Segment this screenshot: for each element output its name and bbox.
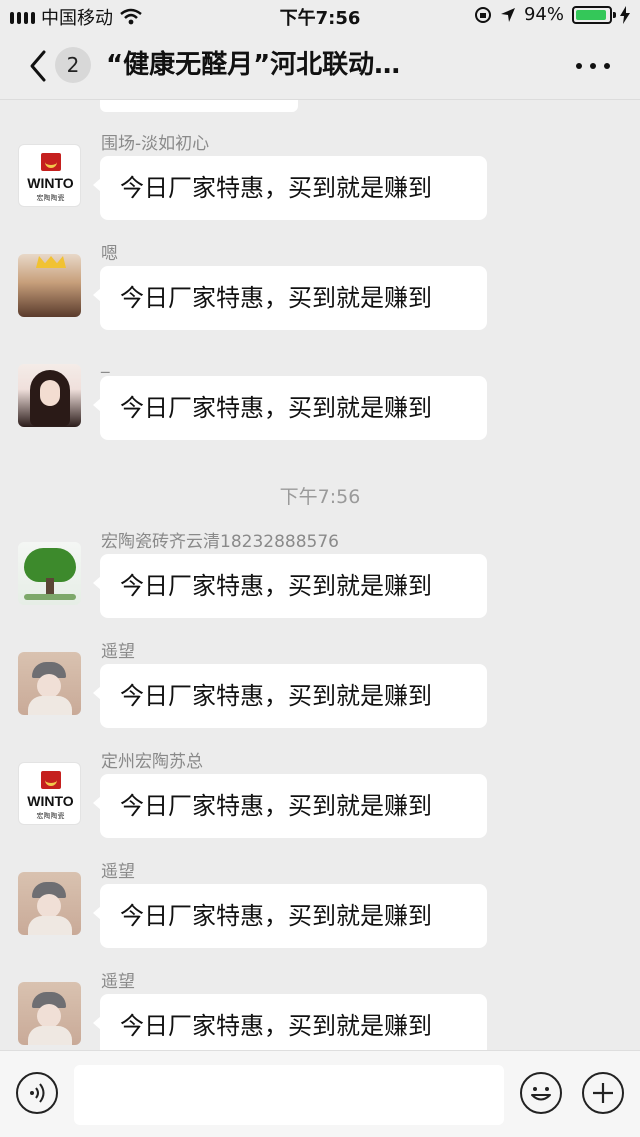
unread-badge[interactable]: 2 (55, 47, 91, 83)
plus-icon[interactable] (582, 1072, 624, 1114)
message-bubble[interactable]: 今日厂家特惠，买到就是赚到 (93, 664, 487, 728)
message-item: 遥望 今日厂家特惠，买到就是赚到 (0, 640, 640, 740)
chat-header: 2 “健康无醛月”河北联动… (0, 32, 640, 100)
winto-logo-mark (41, 771, 61, 789)
message-bubble[interactable]: 今日厂家特惠，买到就是赚到 (93, 266, 487, 330)
message-input[interactable] (74, 1065, 504, 1125)
avatar-photo[interactable] (18, 364, 81, 427)
winto-logo-mark (41, 153, 61, 171)
avatar-photo[interactable] (18, 872, 81, 935)
message-item: WINTO 宏陶陶瓷 定州宏陶苏总 今日厂家特惠，买到就是赚到 (0, 750, 640, 850)
message-bubble[interactable]: 今日厂家特惠，买到就是赚到 (93, 554, 487, 618)
back-chevron-icon[interactable] (24, 48, 56, 84)
chat-area[interactable]: WINTO 宏陶陶瓷 围场-淡如初心 今日厂家特惠，买到就是赚到 嗯 今日厂家特… (0, 100, 640, 1050)
winto-logo-text: WINTO (27, 175, 74, 191)
more-icon[interactable] (576, 56, 610, 76)
message-bubble[interactable]: 今日厂家特惠，买到就是赚到 (93, 774, 487, 838)
charging-icon (620, 5, 630, 24)
avatar-winto-logo[interactable]: WINTO 宏陶陶瓷 (18, 144, 81, 207)
chat-title: “健康无醛月”河北联动… (106, 50, 401, 80)
message-item: 嗯 今日厂家特惠，买到就是赚到 (0, 242, 640, 342)
avatar-photo[interactable] (18, 652, 81, 715)
location-icon (500, 7, 515, 22)
message-item: 宏陶瓷砖齐云清18232888576 今日厂家特惠，买到就是赚到 (0, 530, 640, 630)
message-item: _ 今日厂家特惠，买到就是赚到 (0, 352, 640, 452)
emoji-icon[interactable] (520, 1072, 562, 1114)
sender-name: 嗯 (101, 244, 118, 264)
message-item: 遥望 今日厂家特惠，买到就是赚到 (0, 860, 640, 960)
status-right: 94% (474, 4, 630, 25)
sender-name: 遥望 (101, 642, 135, 662)
message-bubble[interactable]: 今日厂家特惠，买到就是赚到 (93, 156, 487, 220)
sender-name: 定州宏陶苏总 (101, 752, 203, 772)
winto-logo-subtext: 宏陶陶瓷 (36, 812, 65, 820)
previous-message-bubble (100, 100, 298, 112)
message-bubble[interactable]: 今日厂家特惠，买到就是赚到 (93, 994, 487, 1050)
message-bubble[interactable]: 今日厂家特惠，买到就是赚到 (93, 884, 487, 948)
avatar-tree[interactable] (18, 542, 81, 605)
winto-logo-text: WINTO (27, 793, 74, 809)
avatar-winto-logo[interactable]: WINTO 宏陶陶瓷 (18, 762, 81, 825)
winto-logo-subtext: 宏陶陶瓷 (36, 194, 65, 202)
battery-percent: 94% (523, 4, 564, 25)
message-item: 遥望 今日厂家特惠，买到就是赚到 (0, 970, 640, 1050)
message-bubble[interactable]: 今日厂家特惠，买到就是赚到 (93, 376, 487, 440)
orientation-lock-icon (474, 6, 491, 23)
chat-timestamp: 下午7:56 (279, 486, 361, 508)
sender-name: 宏陶瓷砖齐云清18232888576 (101, 532, 339, 552)
sender-name: 围场-淡如初心 (101, 134, 210, 154)
avatar-photo[interactable] (18, 254, 81, 317)
sender-name: 遥望 (101, 862, 135, 882)
sender-name: _ (101, 354, 110, 374)
avatar-photo[interactable] (18, 982, 81, 1045)
voice-icon[interactable] (16, 1072, 58, 1114)
battery-icon (572, 5, 616, 24)
input-toolbar (0, 1050, 640, 1137)
status-bar: 中国移动 下午7:56 94% (0, 0, 640, 32)
message-item: WINTO 宏陶陶瓷 围场-淡如初心 今日厂家特惠，买到就是赚到 (0, 132, 640, 232)
sender-name: 遥望 (101, 972, 135, 992)
